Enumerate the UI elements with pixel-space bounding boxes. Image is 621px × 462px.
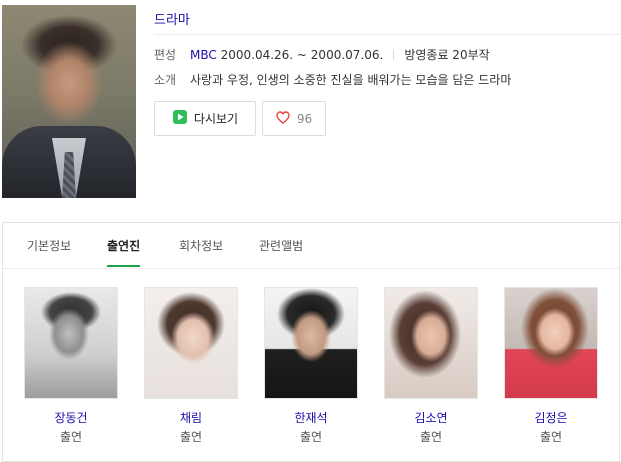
broadcast-row: 편성 MBC 2000.04.26. ~ 2000.07.06. 방영종료 20부작 xyxy=(154,46,490,63)
title-divider xyxy=(154,34,620,35)
like-button[interactable]: 96 xyxy=(262,101,326,136)
cast-role: 출연 xyxy=(539,430,563,444)
cast-panel: 기본정보 출연진 회차정보 관련앨범 장동건 출연 채림 출연 한재석 출연 김… xyxy=(2,222,620,462)
drama-title-link[interactable]: 드라마 xyxy=(154,9,190,28)
tab-basic-info[interactable]: 기본정보 xyxy=(27,237,71,265)
cast-photo[interactable] xyxy=(24,287,118,399)
channel-link[interactable]: MBC xyxy=(190,48,217,62)
broadcast-period: 2000.04.26. ~ 2000.07.06. xyxy=(220,48,384,62)
cast-photo[interactable] xyxy=(144,287,238,399)
cast-role: 출연 xyxy=(179,430,203,444)
cast-card[interactable]: 장동건 출연 xyxy=(23,287,119,445)
cast-role: 출연 xyxy=(419,430,443,444)
separator xyxy=(393,49,395,60)
tab-episodes[interactable]: 회차정보 xyxy=(179,237,223,265)
cast-role: 출연 xyxy=(59,430,83,444)
cast-card[interactable]: 한재석 출연 xyxy=(263,287,359,445)
cast-card[interactable]: 채림 출연 xyxy=(143,287,239,445)
synopsis-text: 사랑과 우정, 인생의 소중한 진실을 배워가는 모습을 담은 드라마 xyxy=(190,73,512,87)
drama-poster[interactable] xyxy=(2,5,136,198)
tab-cast[interactable]: 출연진 xyxy=(107,237,141,267)
cast-card[interactable]: 김소연 출연 xyxy=(383,287,479,445)
cast-card[interactable]: 김정은 출연 xyxy=(503,287,599,445)
cast-name[interactable]: 장동건 xyxy=(23,409,119,426)
synopsis-row: 소개 사랑과 우정, 인생의 소중한 진실을 배워가는 모습을 담은 드라마 xyxy=(154,71,511,88)
replay-label: 다시보기 xyxy=(193,112,239,126)
tab-bar: 기본정보 출연진 회차정보 관련앨범 xyxy=(3,223,619,269)
synopsis-label: 소개 xyxy=(154,73,177,87)
cast-photo[interactable] xyxy=(504,287,598,399)
broadcast-label: 편성 xyxy=(154,48,177,62)
cast-name[interactable]: 김소연 xyxy=(383,409,479,426)
cast-role: 출연 xyxy=(299,430,323,444)
cast-name[interactable]: 한재석 xyxy=(263,409,359,426)
cast-photo[interactable] xyxy=(264,287,358,399)
like-count: 96 xyxy=(296,111,313,126)
cast-name[interactable]: 채림 xyxy=(143,409,239,426)
tab-albums[interactable]: 관련앨범 xyxy=(259,237,303,265)
cast-photo[interactable] xyxy=(384,287,478,399)
play-icon xyxy=(172,109,194,128)
broadcast-status: 방영종료 20부작 xyxy=(404,48,490,62)
cast-name[interactable]: 김정은 xyxy=(503,409,599,426)
replay-button[interactable]: 다시보기 xyxy=(154,101,256,136)
heart-icon xyxy=(276,110,297,127)
